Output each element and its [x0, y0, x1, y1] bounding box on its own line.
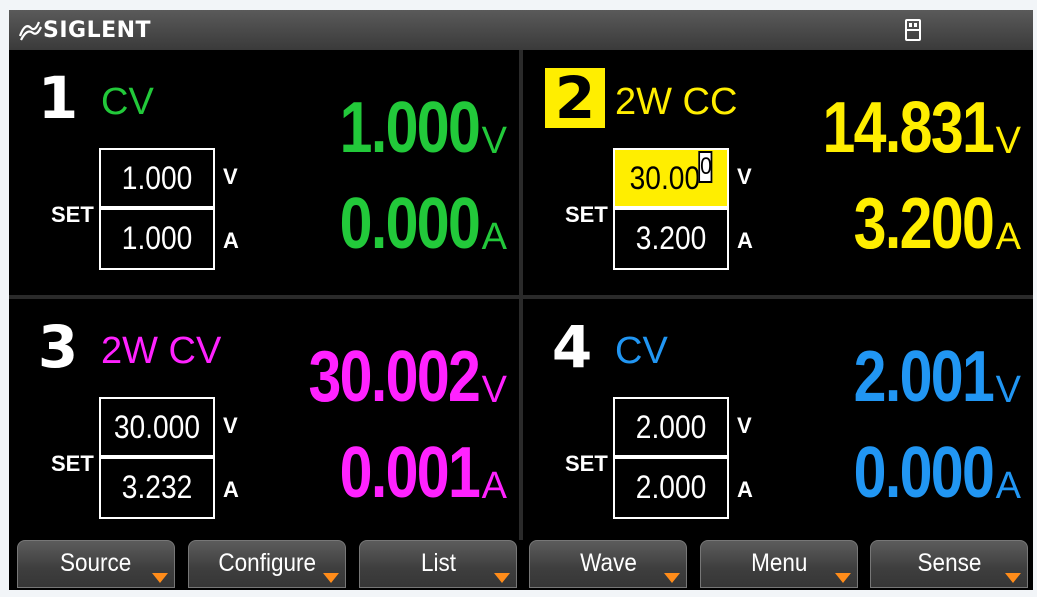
- measured-voltage-value: 2.001: [854, 337, 995, 417]
- softkey-label: Configure: [218, 549, 316, 577]
- channel-mode: CV: [615, 330, 668, 372]
- brand-name: SIGLENT: [43, 17, 152, 43]
- softkey-wave[interactable]: Wave: [529, 540, 687, 588]
- channel-number: 1: [37, 64, 79, 132]
- voltage-unit: V: [481, 369, 507, 411]
- softkey-label: Menu: [750, 549, 808, 577]
- submenu-arrow-icon: [152, 573, 168, 583]
- current-unit: A: [995, 216, 1021, 258]
- measured-current: 0.000 A: [823, 435, 1021, 509]
- set-voltage-field[interactable]: 2.000: [613, 397, 729, 457]
- set-current-field[interactable]: 3.200: [613, 208, 729, 270]
- set-voltage-unit: V: [223, 164, 238, 189]
- set-voltage-unit: V: [223, 413, 238, 438]
- voltage-unit: V: [995, 369, 1021, 411]
- softkey-source[interactable]: Source: [17, 540, 175, 588]
- voltage-unit: V: [481, 120, 507, 162]
- softkey-sense[interactable]: Sense: [870, 540, 1028, 588]
- measured-current-value: 0.000: [854, 433, 995, 513]
- set-current-value: 1.000: [121, 220, 193, 256]
- measured-current-value: 0.001: [340, 433, 481, 513]
- edit-cursor: 0: [698, 151, 713, 183]
- set-voltage-value: 1.000: [121, 160, 193, 196]
- softkey-bar: Source Configure List Wave Menu Sense: [9, 540, 1033, 590]
- set-voltage-field[interactable]: 1.000: [99, 148, 215, 208]
- softkey-configure[interactable]: Configure: [188, 540, 346, 588]
- channel-number: 4: [551, 313, 593, 381]
- channel-2-panel[interactable]: 2 2W CC 14.831 V 3.200 A SET 30.000 3.20…: [523, 50, 1033, 295]
- set-voltage-value: 30.00: [629, 160, 701, 196]
- channel-number: 3: [37, 313, 79, 381]
- channel-1-panel[interactable]: 1 CV 1.000 V 0.000 A SET 1.000 1.000 V A: [9, 50, 519, 295]
- set-voltage-field[interactable]: 30.000: [613, 148, 729, 208]
- measured-voltage: 1.000 V: [309, 90, 507, 164]
- measured-current: 0.000 A: [309, 186, 507, 260]
- measured-voltage: 14.831 V: [785, 90, 1021, 164]
- softkey-label: Sense: [917, 549, 981, 577]
- measured-voltage: 30.002 V: [271, 339, 507, 413]
- set-label: SET: [565, 202, 608, 227]
- usb-storage-icon: [905, 19, 921, 41]
- current-unit: A: [995, 465, 1021, 507]
- set-current-unit: A: [737, 477, 753, 502]
- submenu-arrow-icon: [835, 573, 851, 583]
- psu-display: SIGLENT 1 CV 1.000 V 0.000 A SET 1.000 1…: [9, 10, 1033, 590]
- set-voltage-unit: V: [737, 413, 752, 438]
- softkey-label: Source: [60, 549, 132, 577]
- submenu-arrow-icon: [323, 573, 339, 583]
- softkey-menu[interactable]: Menu: [700, 540, 858, 588]
- set-current-value: 3.200: [635, 220, 707, 256]
- siglent-swirl-icon: [18, 21, 43, 41]
- channel-3-panel[interactable]: 3 2W CV 30.002 V 0.001 A SET 30.000 3.23…: [9, 299, 519, 544]
- channel-mode: CV: [101, 81, 154, 123]
- softkey-label: Wave: [579, 549, 637, 577]
- measured-voltage-value: 1.000: [340, 88, 481, 168]
- brand-logo: SIGLENT: [17, 17, 152, 43]
- top-status-bar: SIGLENT: [9, 10, 1033, 50]
- set-current-value: 3.232: [121, 469, 193, 505]
- measured-current: 3.200 A: [823, 186, 1021, 260]
- voltage-unit: V: [995, 120, 1021, 162]
- set-current-unit: A: [737, 228, 753, 253]
- measured-voltage-value: 14.831: [822, 88, 995, 168]
- set-current-field[interactable]: 2.000: [613, 457, 729, 519]
- set-label: SET: [565, 451, 608, 476]
- softkey-label: List: [420, 549, 456, 577]
- measured-current-value: 0.000: [340, 184, 481, 264]
- channel-4-panel[interactable]: 4 CV 2.001 V 0.000 A SET 2.000 2.000 V A: [523, 299, 1033, 544]
- submenu-arrow-icon: [494, 573, 510, 583]
- channel-mode: 2W CV: [101, 330, 222, 372]
- cursor-digit: 0: [700, 153, 712, 180]
- set-voltage-unit: V: [737, 164, 752, 189]
- submenu-arrow-icon: [1005, 573, 1021, 583]
- set-voltage-value: 2.000: [635, 409, 707, 445]
- set-current-unit: A: [223, 228, 239, 253]
- measured-voltage-value: 30.002: [308, 337, 481, 417]
- channel-mode: 2W CC: [615, 81, 738, 123]
- set-voltage-field[interactable]: 30.000: [99, 397, 215, 457]
- set-label: SET: [51, 202, 94, 227]
- channel-number: 2: [545, 68, 605, 128]
- current-unit: A: [481, 216, 507, 258]
- current-unit: A: [481, 465, 507, 507]
- set-current-field[interactable]: 3.232: [99, 457, 215, 519]
- set-current-value: 2.000: [635, 469, 707, 505]
- measured-voltage: 2.001 V: [823, 339, 1021, 413]
- softkey-list[interactable]: List: [359, 540, 517, 588]
- set-current-field[interactable]: 1.000: [99, 208, 215, 270]
- measured-current-value: 3.200: [854, 184, 995, 264]
- set-current-unit: A: [223, 477, 239, 502]
- measured-current: 0.001 A: [309, 435, 507, 509]
- set-voltage-value: 30.000: [113, 409, 201, 445]
- submenu-arrow-icon: [664, 573, 680, 583]
- set-label: SET: [51, 451, 94, 476]
